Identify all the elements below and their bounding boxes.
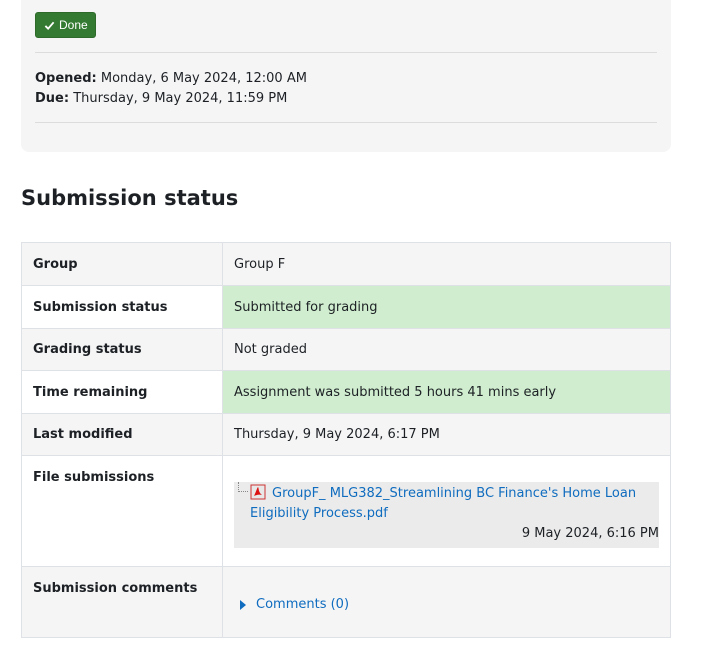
table-row: Last modified Thursday, 9 May 2024, 6:17… <box>21 413 671 456</box>
table-row: Group Group F <box>21 242 671 286</box>
time-remaining-label: Time remaining <box>21 370 223 414</box>
submission-status-value: Submitted for grading <box>222 285 671 329</box>
due-value: Thursday, 9 May 2024, 11:59 PM <box>73 91 288 106</box>
file-link[interactable]: GroupF_ MLG382_Streamlining BC Finance's… <box>250 486 636 521</box>
table-row: Time remaining Assignment was submitted … <box>21 370 671 414</box>
file-submissions-value: GroupF_ MLG382_Streamlining BC Finance's… <box>222 455 671 567</box>
grading-status-value: Not graded <box>222 328 671 371</box>
table-row: File submissions GroupF_ MLG382_Streamli… <box>21 455 671 567</box>
table-row: Submission status Submitted for grading <box>21 285 671 329</box>
submission-status-label: Submission status <box>21 285 223 329</box>
comments-toggle[interactable]: Comments (0) <box>240 597 659 612</box>
grading-status-label: Grading status <box>21 328 223 371</box>
opened-date: Opened: Monday, 6 May 2024, 12:00 AM <box>35 69 307 89</box>
file-submissions-label: File submissions <box>21 455 223 567</box>
due-label: Due: <box>35 91 70 106</box>
tree-connector <box>238 482 248 492</box>
pdf-file-icon <box>250 484 266 500</box>
done-button-label: Done <box>59 18 88 32</box>
activity-dates-box: Done Opened: Monday, 6 May 2024, 12:00 A… <box>21 0 671 152</box>
caret-right-icon <box>240 599 246 610</box>
section-title: Submission status <box>21 186 239 210</box>
divider <box>35 122 657 123</box>
file-tree: GroupF_ MLG382_Streamlining BC Finance's… <box>234 482 659 548</box>
comments-link[interactable]: Comments (0) <box>256 597 349 612</box>
opened-value: Monday, 6 May 2024, 12:00 AM <box>100 71 307 86</box>
submission-comments-label: Submission comments <box>21 566 223 638</box>
due-date: Due: Thursday, 9 May 2024, 11:59 PM <box>35 89 307 109</box>
activity-dates: Opened: Monday, 6 May 2024, 12:00 AM Due… <box>35 69 307 109</box>
submission-comments-value: Comments (0) <box>222 566 671 638</box>
check-icon <box>44 21 55 30</box>
submission-status-table: Group Group F Submission status Submitte… <box>21 242 671 638</box>
file-date: 9 May 2024, 6:16 PM <box>521 526 659 541</box>
group-value: Group F <box>222 242 671 286</box>
last-modified-value: Thursday, 9 May 2024, 6:17 PM <box>222 413 671 456</box>
table-row: Submission comments Comments (0) <box>21 566 671 638</box>
last-modified-label: Last modified <box>21 413 223 456</box>
time-remaining-value: Assignment was submitted 5 hours 41 mins… <box>222 370 671 414</box>
table-row: Grading status Not graded <box>21 328 671 371</box>
divider <box>35 52 657 53</box>
opened-label: Opened: <box>35 71 97 86</box>
group-label: Group <box>21 242 223 286</box>
done-button[interactable]: Done <box>35 12 96 38</box>
